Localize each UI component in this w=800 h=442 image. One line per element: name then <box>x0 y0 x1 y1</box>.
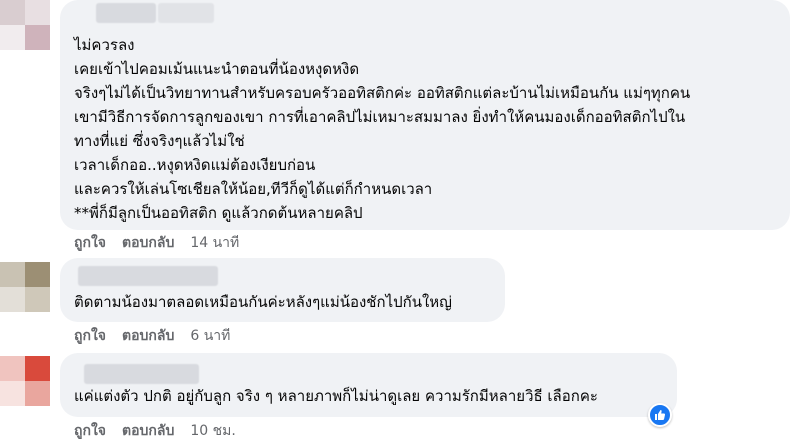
like-link[interactable]: ถูกใจ <box>74 232 106 254</box>
comment-actions: ถูกใจ ตอบกลับ 14 นาที <box>74 233 239 253</box>
reply-link[interactable]: ตอบกลับ <box>122 232 174 254</box>
comment-bubble: ติดตามน้องมาตลอดเหมือนกันค่ะหลังๆแม่น้อง… <box>60 258 505 322</box>
avatar-blurred[interactable] <box>0 0 50 50</box>
comment-text: ไม่ควรลง เคยเข้าไปคอมเม้นแนะนำตอนที่น้อง… <box>74 36 691 222</box>
comment-text: แค่แต่งตัว ปกติ อยู่กับลูก จริง ๆ หลายภา… <box>74 387 598 405</box>
commenter-name-redacted <box>158 3 214 23</box>
comment-text: ติดตามน้องมาตลอดเหมือนกันค่ะหลังๆแม่น้อง… <box>74 293 452 311</box>
thumbs-up-glyph <box>655 410 666 420</box>
like-link[interactable]: ถูกใจ <box>74 325 106 347</box>
commenter-name-redacted[interactable] <box>78 266 218 286</box>
avatar-blurred[interactable] <box>0 262 50 312</box>
avatar-blurred[interactable] <box>0 356 50 406</box>
like-link[interactable]: ถูกใจ <box>74 420 106 442</box>
reply-link[interactable]: ตอบกลับ <box>122 420 174 442</box>
commenter-name-redacted[interactable] <box>96 3 156 23</box>
comment-actions: ถูกใจ ตอบกลับ 6 นาที <box>74 326 230 346</box>
commenter-name-redacted[interactable] <box>84 364 199 384</box>
timestamp[interactable]: 10 ชม. <box>190 420 235 442</box>
timestamp[interactable]: 14 นาที <box>190 232 239 254</box>
comment-bubble: ไม่ควรลง เคยเข้าไปคอมเม้นแนะนำตอนที่น้อง… <box>60 0 790 230</box>
thumbs-up-icon[interactable] <box>648 403 672 427</box>
comment-actions: ถูกใจ ตอบกลับ 10 ชม. <box>74 421 236 441</box>
reply-link[interactable]: ตอบกลับ <box>122 325 174 347</box>
comment-bubble: แค่แต่งตัว ปกติ อยู่กับลูก จริง ๆ หลายภา… <box>60 353 677 417</box>
timestamp[interactable]: 6 นาที <box>190 325 230 347</box>
